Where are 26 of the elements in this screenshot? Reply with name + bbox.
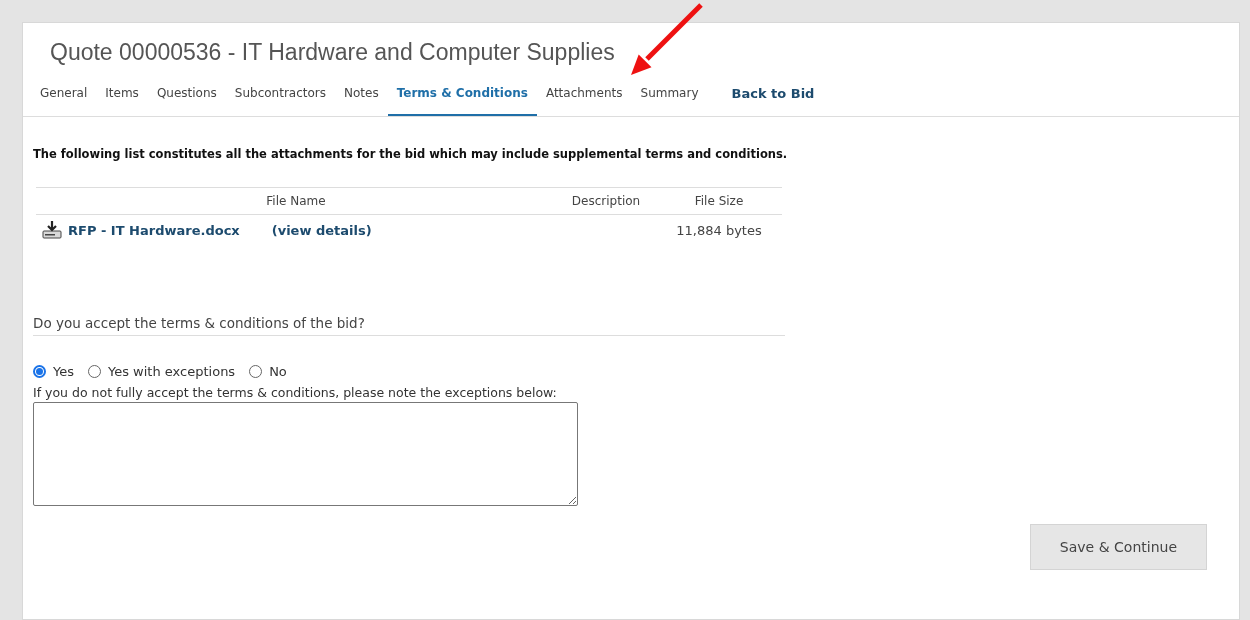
tab[interactable]: Summary bbox=[631, 78, 708, 116]
tab[interactable]: Notes bbox=[335, 78, 388, 116]
radio-button[interactable] bbox=[33, 365, 46, 378]
column-header: File Name bbox=[266, 194, 326, 208]
download-icon[interactable] bbox=[42, 220, 64, 240]
option-label: Yes bbox=[53, 364, 74, 379]
intro-text: The following list constitutes all the attachments for the bid which may include supplemental terms and conditions. bbox=[33, 147, 789, 161]
option-label: Yes with exceptions bbox=[108, 364, 236, 379]
question-heading: Do you accept the terms & conditions of the bid? bbox=[33, 315, 785, 336]
tab[interactable]: Items bbox=[96, 78, 148, 116]
exceptions-label: If you do not fully accept the terms & conditions, please note the exceptions below: bbox=[33, 385, 558, 400]
tab[interactable]: General bbox=[31, 78, 97, 116]
option-label: No bbox=[269, 364, 287, 379]
save-button[interactable]: Save & Continue bbox=[1029, 524, 1207, 570]
file-link[interactable]: RFP - IT Hardware.docx bbox=[68, 222, 240, 238]
back-link[interactable]: Back to Bid bbox=[707, 78, 825, 116]
column-header: Description bbox=[571, 194, 641, 208]
file-size: 11,884 bytes bbox=[676, 222, 762, 238]
tab[interactable]: Questions bbox=[147, 78, 226, 116]
exceptions-field[interactable] bbox=[33, 402, 578, 506]
column-header: File Size bbox=[694, 194, 744, 208]
view-details-link[interactable]: (view details) bbox=[271, 222, 372, 238]
tab[interactable]: Attachments bbox=[536, 78, 632, 116]
tab[interactable]: Terms & Conditions bbox=[387, 78, 537, 116]
tab[interactable]: Subcontractors bbox=[225, 78, 336, 116]
page-title: Quote 00000536 - IT Hardware and Computer Supplies bbox=[50, 39, 615, 66]
